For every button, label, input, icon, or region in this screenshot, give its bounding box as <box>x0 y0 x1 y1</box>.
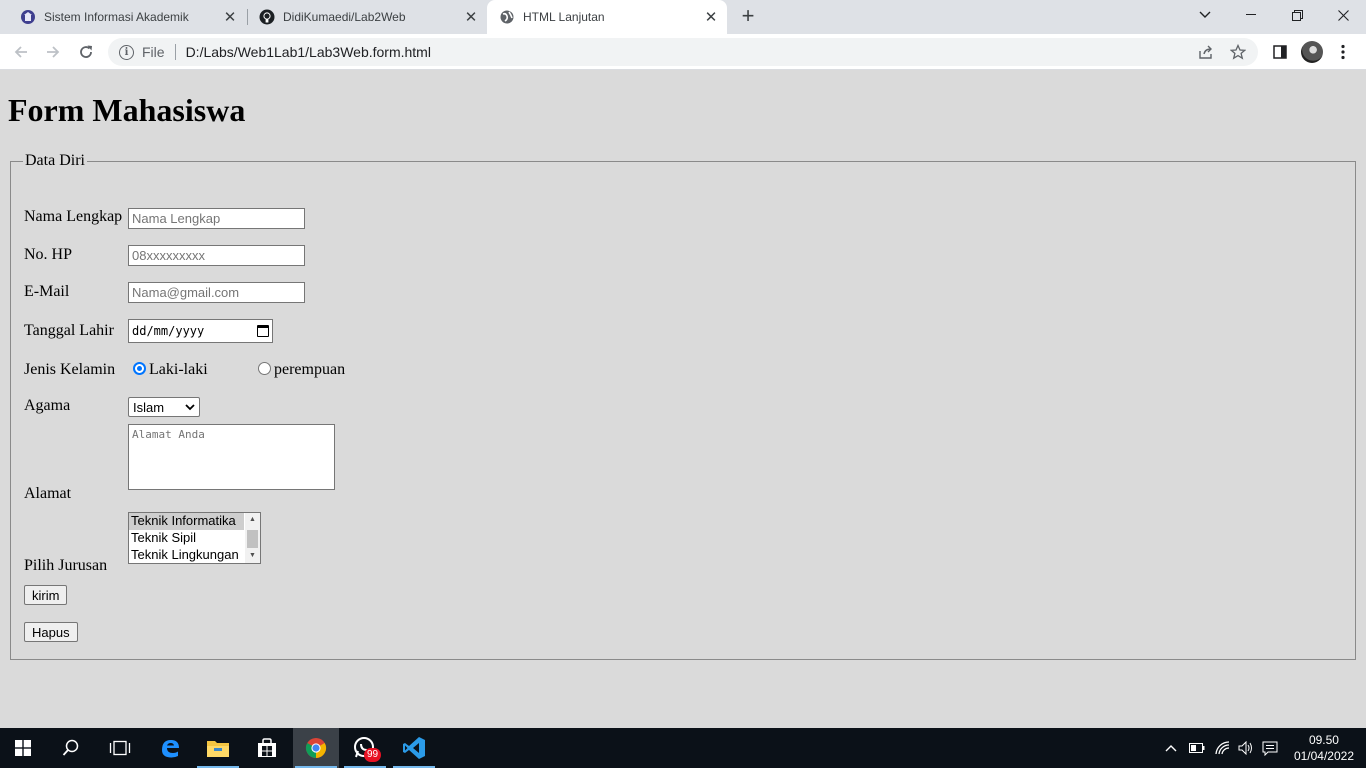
file-explorer-icon[interactable] <box>195 728 241 768</box>
radio-label-perempuan: perempuan <box>274 361 346 378</box>
jenis-label: Jenis Kelamin <box>24 361 116 378</box>
alamat-textarea[interactable]: Alamat Anda <box>128 424 335 490</box>
email-input[interactable]: Nama@gmail.com <box>128 282 305 303</box>
url-scheme: File <box>142 44 165 60</box>
tab-strip: Sistem Informasi Akademik ✕ DidiKumaedi/… <box>0 0 1366 34</box>
kirim-button[interactable]: kirim <box>24 585 68 605</box>
jurusan-option[interactable]: Teknik Lingkungan <box>129 547 244 563</box>
clock-time: 09.50 <box>1308 733 1339 747</box>
tanggal-date-input[interactable]: dd/mm/yyyy <box>128 319 273 343</box>
page-content: Form Mahasiswa Data Diri Nama Lengkap Na… <box>0 70 1366 728</box>
browser-toolbar: i File D:/Labs/Web1Lab1/Lab3Web.form.htm… <box>0 34 1366 70</box>
vscode-icon[interactable] <box>391 728 437 768</box>
tab-title: Sistem Informasi Akademik <box>44 10 189 24</box>
radio-laki-laki[interactable] <box>133 362 146 375</box>
tab-search-chevron-icon[interactable] <box>1182 0 1228 30</box>
system-clock[interactable]: 09.50 01/04/2022 <box>1294 732 1354 764</box>
hp-label: No. HP <box>24 246 73 263</box>
bookmark-star-icon[interactable] <box>1230 38 1246 66</box>
windows-start-icon[interactable] <box>0 728 46 768</box>
close-window-icon[interactable] <box>1320 0 1366 30</box>
chevron-down-icon <box>185 403 195 410</box>
back-arrow-icon[interactable] <box>9 40 33 64</box>
nama-label: Nama Lengkap <box>24 208 123 225</box>
agama-selected-value: Islam <box>133 399 165 415</box>
whatsapp-icon[interactable]: 99 <box>342 728 388 768</box>
agama-label: Agama <box>24 397 71 414</box>
minimize-icon[interactable] <box>1228 0 1274 30</box>
clock-date: 01/04/2022 <box>1293 749 1354 763</box>
tray-chevron-up-icon[interactable] <box>1165 728 1177 768</box>
github-icon <box>259 9 275 25</box>
scrollbar-thumb[interactable] <box>247 530 258 548</box>
chrome-icon[interactable] <box>293 728 339 768</box>
email-placeholder: Nama@gmail.com <box>132 285 240 300</box>
scroll-up-arrow-icon[interactable]: ▲ <box>245 513 260 527</box>
battery-icon[interactable] <box>1189 728 1205 768</box>
task-view-icon[interactable] <box>97 728 143 768</box>
restore-icon[interactable] <box>1274 0 1320 30</box>
profile-avatar[interactable] <box>1301 41 1323 63</box>
notification-badge: 99 <box>364 748 381 762</box>
listbox-scrollbar[interactable]: ▲ ▼ <box>245 513 260 563</box>
address-bar[interactable]: i File D:/Labs/Web1Lab1/Lab3Web.form.htm… <box>108 38 1258 66</box>
tanggal-label: Tanggal Lahir <box>24 322 114 339</box>
university-icon <box>20 9 36 25</box>
agama-select[interactable]: Islam <box>128 397 200 417</box>
calendar-icon[interactable] <box>257 325 269 337</box>
edge-icon[interactable] <box>147 728 193 768</box>
page-title: Form Mahasiswa <box>8 92 246 128</box>
jurusan-option[interactable]: Teknik Informatika <box>129 513 244 530</box>
fieldset-legend: Data Diri <box>25 152 85 169</box>
url-text[interactable]: D:/Labs/Web1Lab1/Lab3Web.form.html <box>186 44 431 60</box>
volume-icon[interactable] <box>1238 728 1254 768</box>
close-icon[interactable]: ✕ <box>701 8 721 26</box>
jurusan-option[interactable]: Teknik Sipil <box>129 530 244 547</box>
date-placeholder: dd/mm/yyyy <box>132 324 205 338</box>
store-icon[interactable] <box>244 728 290 768</box>
side-panel-icon[interactable] <box>1268 40 1292 64</box>
tab-html-lanjutan[interactable]: HTML Lanjutan ✕ <box>487 0 727 34</box>
share-icon[interactable] <box>1198 38 1214 66</box>
forward-arrow-icon[interactable] <box>41 40 65 64</box>
close-icon[interactable]: ✕ <box>461 8 481 26</box>
url-divider <box>174 44 176 60</box>
globe-icon <box>499 9 515 25</box>
windows-taskbar: 99 09.50 01/04/2022 <box>0 728 1366 768</box>
new-tab-button[interactable]: + <box>736 5 760 29</box>
hapus-button[interactable]: Hapus <box>24 622 78 642</box>
alamat-label: Alamat <box>24 485 72 502</box>
close-icon[interactable]: ✕ <box>220 8 240 26</box>
radio-label-laki-laki: Laki-laki <box>149 361 208 378</box>
tab-github[interactable]: DidiKumaedi/Lab2Web ✕ <box>239 0 487 34</box>
notification-center-icon[interactable] <box>1262 728 1278 768</box>
menu-kebab-icon[interactable] <box>1331 40 1355 64</box>
jurusan-label: Pilih Jurusan <box>24 557 108 574</box>
info-icon[interactable]: i <box>119 44 134 60</box>
hp-placeholder: 08xxxxxxxxx <box>132 248 205 263</box>
tab-title: DidiKumaedi/Lab2Web <box>283 10 406 24</box>
hp-input[interactable]: 08xxxxxxxxx <box>128 245 305 266</box>
wifi-icon[interactable] <box>1215 728 1231 768</box>
tab-title: HTML Lanjutan <box>523 10 605 24</box>
tab-sistem-informasi[interactable]: Sistem Informasi Akademik ✕ <box>0 0 246 34</box>
search-icon[interactable] <box>48 728 94 768</box>
scroll-down-arrow-icon[interactable]: ▼ <box>245 549 260 563</box>
nama-placeholder: Nama Lengkap <box>132 211 221 226</box>
nama-input[interactable]: Nama Lengkap <box>128 208 305 229</box>
radio-perempuan[interactable] <box>258 362 271 375</box>
email-label: E-Mail <box>24 283 70 300</box>
data-diri-fieldset: Data Diri Nama Lengkap Nama Lengkap No. … <box>10 152 1356 660</box>
alamat-placeholder: Alamat Anda <box>132 428 205 441</box>
reload-icon[interactable] <box>74 40 98 64</box>
jurusan-listbox[interactable]: Teknik Informatika Teknik Sipil Teknik L… <box>128 512 261 564</box>
